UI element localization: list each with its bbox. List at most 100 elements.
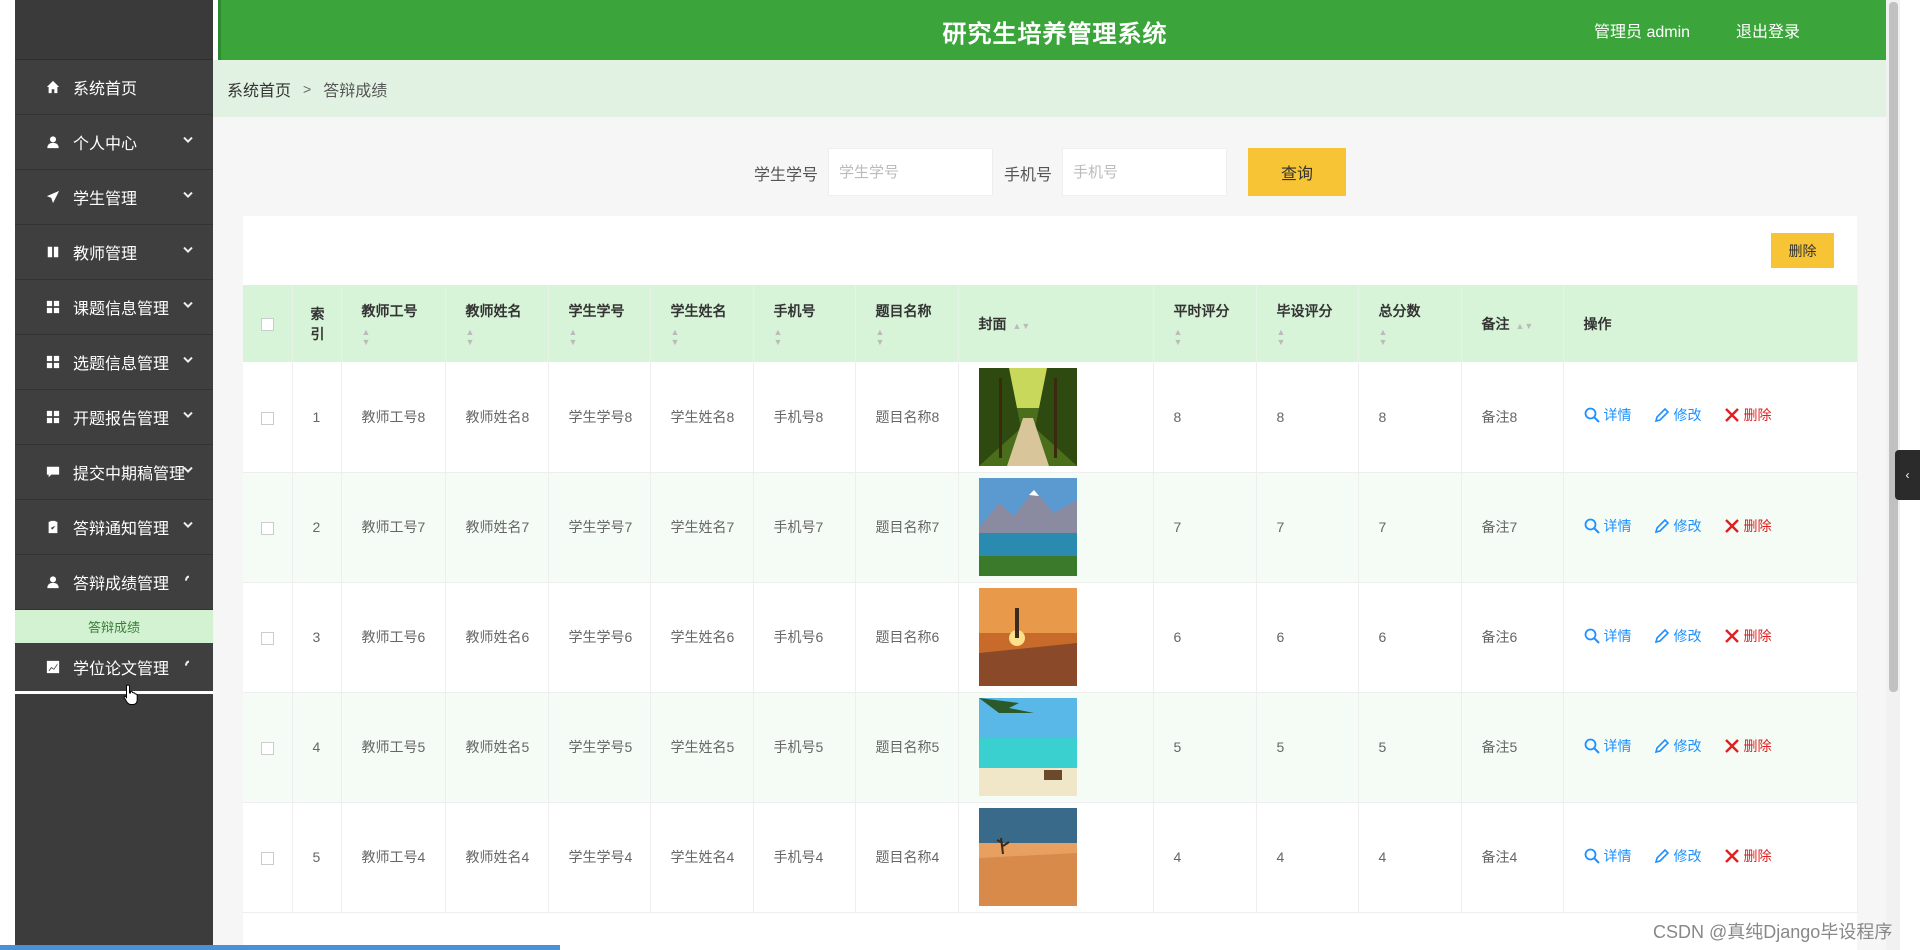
logout-link[interactable]: 退出登录 [1736, 18, 1800, 42]
delete-button[interactable]: 删除 [1724, 735, 1772, 757]
column-header-phone[interactable]: 手机号 ▲ ▼ [753, 285, 856, 362]
detail-button[interactable]: 详情 [1584, 735, 1632, 757]
delete-button[interactable]: 删除 [1724, 404, 1772, 426]
batch-delete-button[interactable]: 删除 [1771, 233, 1834, 268]
sort-icon[interactable]: ▲▼ [1516, 321, 1534, 331]
table-row: 5 教师工号4 教师姓名4 学生学号4 学生姓名4 手机号4 题目名称4 4 4 4 备注4 详情 修… [243, 802, 1858, 913]
clipboard-icon [45, 519, 61, 535]
column-header-student-id[interactable]: 学生学号 ▲ ▼ [548, 285, 651, 362]
delete-button[interactable]: 删除 [1724, 845, 1772, 867]
search-icon [1584, 738, 1600, 754]
edit-button[interactable]: 修改 [1654, 625, 1702, 647]
cell-regular-score: 5 [1153, 692, 1257, 803]
sort-icon[interactable]: ▲▼ [1277, 327, 1358, 347]
sidebar-item-teacher-management[interactable]: 教师管理 [15, 225, 213, 280]
breadcrumb-home-link[interactable]: 系统首页 [227, 77, 291, 101]
cell-student-id: 学生学号7 [548, 472, 651, 583]
phone-input[interactable] [1062, 148, 1227, 196]
student-id-input[interactable] [828, 148, 993, 196]
cell-index: 2 [292, 472, 342, 583]
column-header-label: 总分数 [1378, 302, 1421, 319]
column-header-cover[interactable]: 封面 ▲▼ [958, 285, 1154, 362]
cell-text: 学生学号6 [568, 629, 633, 645]
delete-button[interactable]: 删除 [1724, 515, 1772, 537]
row-checkbox[interactable] [261, 631, 274, 645]
collapse-panel-tab[interactable]: ‹ [1895, 450, 1920, 500]
sidebar-item-topic-info-management[interactable]: 课题信息管理 [15, 280, 213, 335]
cell-regular-score: 6 [1153, 582, 1257, 693]
sidebar-item-personal-center[interactable]: 个人中心 [15, 115, 213, 170]
edit-button[interactable]: 修改 [1654, 404, 1702, 426]
cover-image[interactable] [978, 367, 1077, 466]
sort-icon[interactable]: ▲▼ [466, 327, 548, 347]
row-checkbox[interactable] [261, 741, 274, 755]
chart-icon [45, 659, 61, 675]
column-header-teacher-id[interactable]: 教师工号 ▲ ▼ [341, 285, 446, 362]
column-header-remark[interactable]: 备注 ▲▼ [1461, 285, 1564, 362]
edit-button[interactable]: 修改 [1654, 515, 1702, 537]
row-checkbox[interactable] [261, 851, 274, 865]
edit-button[interactable]: 修改 [1654, 735, 1702, 757]
sort-icon[interactable]: ▲▼ [1013, 321, 1031, 331]
cover-image[interactable] [978, 478, 1077, 576]
sidebar-item-home[interactable]: 系统首页 [15, 60, 213, 115]
sort-icon[interactable]: ▲▼ [876, 327, 958, 347]
cell-text: 6 [1378, 629, 1387, 645]
sidebar-item-defense-notice-management[interactable]: 答辩通知管理 [15, 500, 213, 555]
pencil-icon [1654, 518, 1669, 533]
detail-button[interactable]: 详情 [1584, 515, 1632, 537]
sort-icon[interactable]: ▲▼ [774, 327, 855, 347]
cell-actions: 详情 修改 删除 [1563, 802, 1858, 913]
cell-text: 教师姓名4 [465, 849, 530, 865]
sort-icon[interactable]: ▲▼ [671, 327, 753, 347]
column-header-label: 题目名称 [875, 302, 932, 319]
edit-label: 修改 [1673, 517, 1702, 534]
sidebar-item-selection-info-management[interactable]: 选题信息管理 [15, 335, 213, 390]
column-header-design-score[interactable]: 毕设评分 ▲ ▼ [1256, 285, 1359, 362]
cell-text: 学生学号5 [568, 739, 633, 755]
row-checkbox[interactable] [261, 521, 274, 535]
edit-label: 修改 [1673, 737, 1702, 754]
delete-button[interactable]: 删除 [1724, 625, 1772, 647]
scrollbar-thumb[interactable] [1889, 2, 1898, 692]
detail-button[interactable]: 详情 [1584, 625, 1632, 647]
cell-text: 教师工号8 [361, 408, 426, 425]
row-checkbox[interactable] [261, 411, 274, 425]
column-header-student-name[interactable]: 学生姓名 ▲ ▼ [650, 285, 754, 362]
select-all-checkbox[interactable] [261, 318, 274, 332]
cell-text: 学生学号8 [568, 408, 633, 425]
cover-image[interactable] [978, 588, 1077, 686]
sort-icon[interactable]: ▲▼ [1379, 327, 1461, 347]
comment-icon [45, 464, 61, 480]
detail-label: 详情 [1603, 517, 1632, 534]
submenu-item-defense-score[interactable]: 答辩成绩 [15, 610, 213, 643]
cell-text: 学生姓名5 [670, 739, 735, 755]
detail-button[interactable]: 详情 [1584, 404, 1632, 426]
column-header-topic-name[interactable]: 题目名称 ▲ ▼ [855, 285, 959, 362]
cell-text: 题目名称7 [875, 519, 940, 535]
cell-text: 4 [1276, 849, 1285, 865]
sort-icon[interactable]: ▲▼ [362, 327, 445, 347]
column-header-label: 平时评分 [1173, 302, 1230, 319]
chevron-down-icon [183, 519, 193, 533]
sidebar-item-midterm-draft-management[interactable]: 提交中期稿管理 [15, 445, 213, 500]
sort-icon[interactable]: ▲▼ [569, 327, 650, 347]
column-header-total-score[interactable]: 总分数 ▲ ▼ [1358, 285, 1462, 362]
sidebar-item-student-management[interactable]: 学生管理 [15, 170, 213, 225]
detail-label: 详情 [1603, 847, 1632, 864]
cover-image[interactable] [978, 698, 1077, 796]
column-header-teacher-name[interactable]: 教师姓名 ▲ ▼ [445, 285, 549, 362]
query-button[interactable]: 查询 [1248, 148, 1346, 196]
sidebar-item-thesis-management[interactable]: 学位论文管理 [15, 643, 213, 694]
cell-student-id: 学生学号6 [548, 582, 651, 693]
cover-image[interactable] [978, 808, 1077, 906]
sidebar-item-defense-score-management[interactable]: 答辩成绩管理 [15, 555, 213, 610]
cell-design-score: 5 [1256, 692, 1359, 803]
sort-icon[interactable]: ▲▼ [1174, 327, 1256, 347]
delete-label: 删除 [1743, 407, 1772, 424]
sidebar-item-proposal-report-management[interactable]: 开题报告管理 [15, 390, 213, 445]
edit-button[interactable]: 修改 [1654, 845, 1702, 867]
chevron-up-icon [183, 574, 193, 588]
detail-button[interactable]: 详情 [1584, 845, 1632, 867]
column-header-regular-score[interactable]: 平时评分 ▲ ▼ [1153, 285, 1257, 362]
